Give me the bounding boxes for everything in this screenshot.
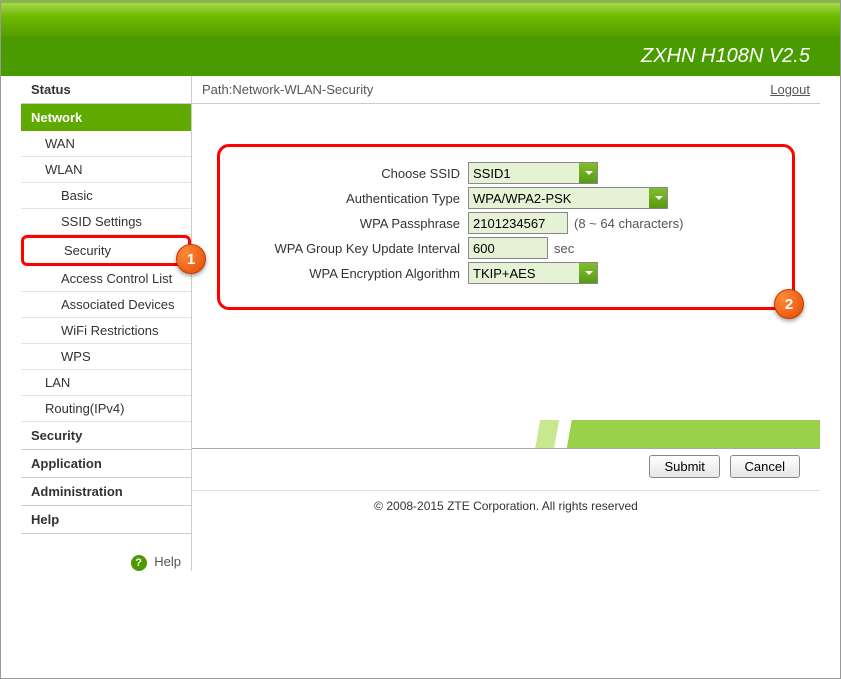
sidebar: Status Network WAN WLAN Basic SSID Setti… (21, 76, 191, 571)
top-gradient-band (1, 1, 840, 36)
sidebar-item-associated-devices[interactable]: Associated Devices (21, 292, 191, 318)
sidebar-item-wlan[interactable]: WLAN (21, 157, 191, 183)
select-choose-ssid[interactable]: SSID1 (468, 162, 598, 184)
label-auth-type: Authentication Type (230, 191, 460, 206)
help-label: Help (154, 554, 181, 569)
callout-badge-1: 1 (176, 244, 206, 274)
sidebar-item-wps[interactable]: WPS (21, 344, 191, 370)
sidebar-item-security[interactable]: Security 1 (21, 235, 191, 266)
title-bar: ZXHN H108N V2.5 (1, 36, 840, 76)
label-choose-ssid: Choose SSID (230, 166, 460, 181)
label-wpa-passphrase: WPA Passphrase (230, 216, 460, 231)
sidebar-item-basic[interactable]: Basic (21, 183, 191, 209)
breadcrumb: Path:Network-WLAN-Security (202, 82, 373, 97)
sidebar-item-security-top[interactable]: Security (21, 422, 191, 450)
label-encryption-algo: WPA Encryption Algorithm (230, 266, 460, 281)
input-wpa-passphrase[interactable] (468, 212, 568, 234)
callout-badge-2: 2 (774, 289, 804, 319)
main-panel: Path:Network-WLAN-Security Logout Choose… (191, 76, 820, 571)
security-form-box: Choose SSID SSID1 Authentication Type WP… (217, 144, 795, 310)
input-group-key-interval[interactable] (468, 237, 548, 259)
sidebar-item-label: Security (64, 243, 111, 258)
bottom-bar: Submit Cancel (192, 448, 820, 484)
unit-seconds: sec (554, 241, 574, 256)
sidebar-item-status[interactable]: Status (21, 76, 191, 104)
sidebar-item-application[interactable]: Application (21, 450, 191, 478)
cancel-button[interactable]: Cancel (730, 455, 800, 478)
hint-passphrase: (8 ~ 64 characters) (574, 216, 683, 231)
sidebar-item-network[interactable]: Network (21, 104, 191, 131)
sidebar-item-administration[interactable]: Administration (21, 478, 191, 506)
sidebar-item-wifi-restrictions[interactable]: WiFi Restrictions (21, 318, 191, 344)
sidebar-item-ssid-settings[interactable]: SSID Settings (21, 209, 191, 235)
sidebar-item-help[interactable]: Help (21, 506, 191, 534)
submit-button[interactable]: Submit (649, 455, 719, 478)
sidebar-item-access-control-list[interactable]: Access Control List (21, 266, 191, 292)
select-encryption-algo[interactable]: TKIP+AES (468, 262, 598, 284)
device-title: ZXHN H108N V2.5 (641, 45, 810, 67)
sidebar-item-routing-ipv4[interactable]: Routing(IPv4) (21, 396, 191, 422)
help-icon: ? (131, 555, 147, 571)
sidebar-item-lan[interactable]: LAN (21, 370, 191, 396)
angled-divider (192, 420, 820, 448)
select-auth-type[interactable]: WPA/WPA2-PSK (468, 187, 668, 209)
logout-link[interactable]: Logout (770, 82, 810, 97)
label-group-key-interval: WPA Group Key Update Interval (230, 241, 460, 256)
help-link-row[interactable]: ? Help (21, 534, 191, 571)
sidebar-item-wan[interactable]: WAN (21, 131, 191, 157)
copyright-text: © 2008-2015 ZTE Corporation. All rights … (192, 490, 820, 513)
